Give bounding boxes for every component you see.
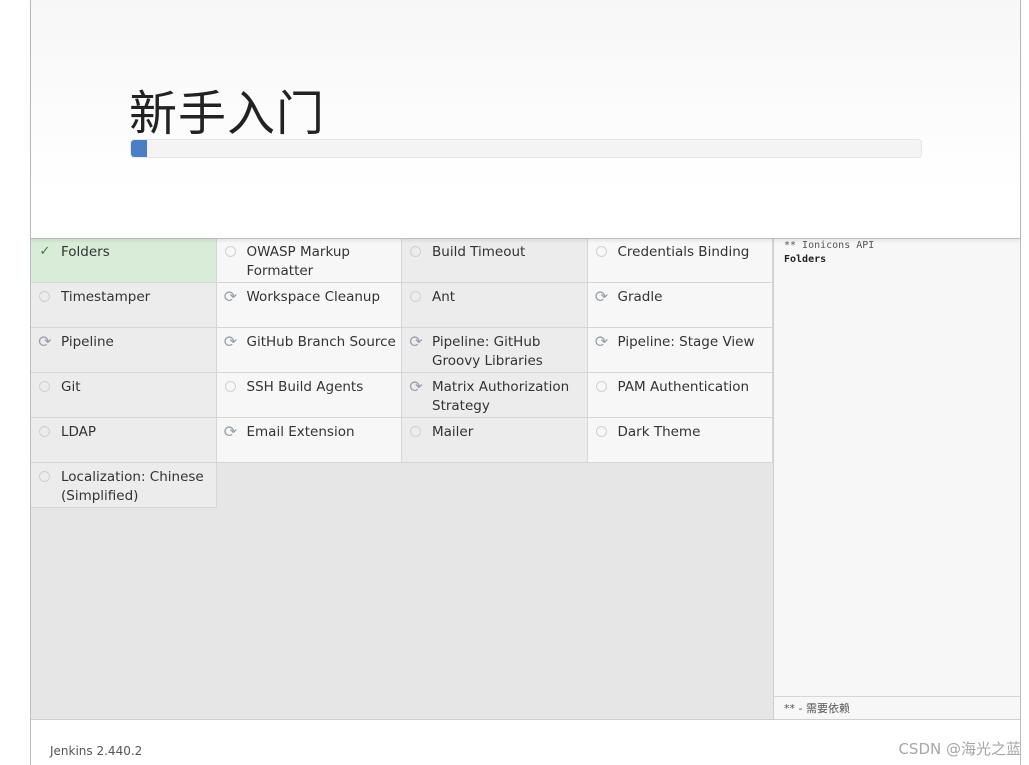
refresh-icon: ⟳ [409,377,423,396]
plugin-name: Ant [432,289,456,305]
plugin-item: Timestamper [31,283,217,328]
plugin-name: Build Timeout [432,244,526,260]
plugin-item: ⟳ Gradle [587,283,773,328]
plugin-grid: ✓ Folders OWASP Markup Formatter Build Time… [31,238,774,508]
plugin-item: LDAP [31,418,217,463]
plugin-name: SSH Build Agents [246,379,364,395]
plugin-name: Email Extension [246,424,355,440]
plugin-name: GitHub Branch Source [246,334,396,350]
plugin-item: Mailer [402,418,588,463]
refresh-icon: ⟳ [223,422,238,441]
plugin-name: Pipeline: Stage View [617,334,755,350]
watermark: CSDN @海光之蓝 [898,740,1021,758]
plugin-name: Folders [61,244,110,260]
plugin-item: ⟳ Pipeline [31,328,217,373]
refresh-icon: ⟳ [38,332,52,351]
plugin-item: Localization: Chinese (Simplified) [31,463,217,508]
dependency-legend: ** - 需要依赖 [774,696,1020,719]
log-line: ** Ionicons API [784,240,875,251]
circle-icon [595,380,609,394]
refresh-icon: ⟳ [594,287,609,306]
plugin-item: Credentials Binding [587,238,773,283]
circle-icon [224,380,238,394]
plugin-item: ⟳ Email Extension [216,418,402,463]
circle-icon [409,245,423,259]
setup-wizard-panel: 新手入门 ✓ Folders OWASP Markup Formatter Build… [30,0,1021,765]
plugin-name: Workspace Cleanup [246,289,381,305]
check-icon: ✓ [39,244,51,259]
circle-icon [409,425,423,439]
plugin-name: OWASP Markup Formatter [246,244,350,279]
plugin-name: LDAP [61,424,97,440]
circle-icon [409,290,423,304]
plugin-name: Dark Theme [617,424,701,440]
plugin-name: Credentials Binding [617,244,750,260]
install-progress-bar [130,139,922,158]
plugin-name: Timestamper [61,289,151,305]
plugin-name: Localization: Chinese (Simplified) [61,469,204,504]
plugin-item: ⟳ Matrix Authorization Strategy [402,373,588,418]
jenkins-version: Jenkins 2.440.2 [50,744,143,758]
plugin-name: Git [61,379,81,395]
refresh-icon: ⟳ [223,332,238,351]
plugin-item: ⟳ Pipeline: Stage View [587,328,773,373]
plugin-name: PAM Authentication [617,379,750,395]
plugin-name: Pipeline: GitHub Groovy Libraries [432,334,543,369]
refresh-icon: ⟳ [223,287,238,306]
circle-icon [38,425,52,439]
circle-icon [595,425,609,439]
plugin-item: ⟳ GitHub Branch Source [216,328,402,373]
progress-bar-fill [131,140,147,157]
circle-icon [224,245,238,259]
plugin-item: ⟳ Pipeline: GitHub Groovy Libraries [402,328,588,373]
plugin-item: PAM Authentication [587,373,773,418]
wizard-header: 新手入门 [31,0,1020,239]
plugin-item: Git [31,373,217,418]
plugin-item: Dark Theme [587,418,773,463]
plugin-name: Gradle [617,289,663,305]
plugin-name: Matrix Authorization Strategy [432,379,570,414]
plugin-item: OWASP Markup Formatter [216,238,402,283]
plugin-grid-area: ✓ Folders OWASP Markup Formatter Build Time… [31,238,774,719]
install-log-panel: ** Ionicons API Folders [774,238,1020,696]
refresh-icon: ⟳ [409,332,423,351]
circle-icon [38,470,52,484]
plugin-item: ✓ Folders [31,238,217,283]
circle-icon [38,290,52,304]
plugin-name: Pipeline [61,334,114,350]
plugin-name: Mailer [432,424,474,440]
refresh-icon: ⟳ [594,332,609,351]
plugin-item: SSH Build Agents [216,373,402,418]
circle-icon [38,380,52,394]
footer: Jenkins 2.440.2 [31,719,1020,765]
circle-icon [595,245,609,259]
plugin-item: ⟳ Workspace Cleanup [216,283,402,328]
log-line-current: Folders [784,254,827,265]
page-title: 新手入门 [129,86,326,142]
plugin-item: Ant [402,283,588,328]
plugin-item: Build Timeout [402,238,588,283]
